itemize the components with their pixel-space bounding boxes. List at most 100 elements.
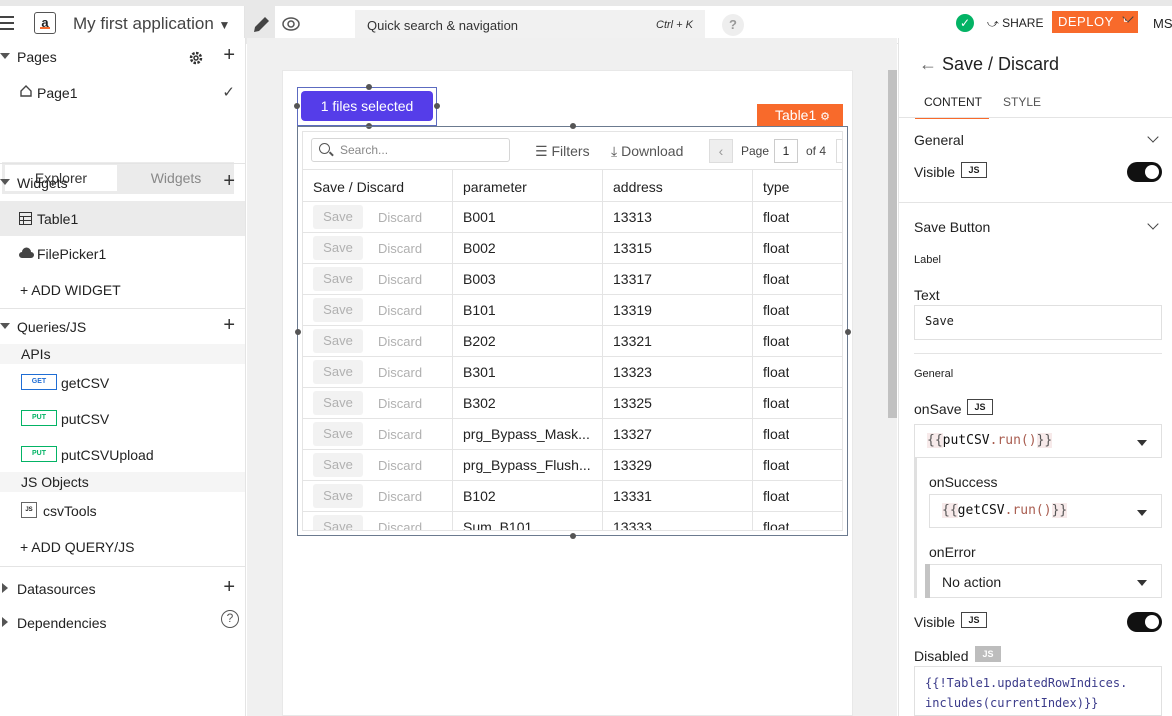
cell-type[interactable]: float (763, 519, 789, 530)
visible2-toggle[interactable] (1127, 612, 1162, 632)
cell-address[interactable]: 13313 (613, 209, 652, 225)
row-discard-button[interactable]: Discard (378, 210, 422, 225)
cell-parameter[interactable]: B302 (463, 395, 598, 411)
add-query-icon[interactable]: + (223, 314, 235, 337)
cell-type[interactable]: float (763, 395, 789, 411)
next-page-button[interactable] (836, 139, 842, 163)
help-icon[interactable]: ? (722, 14, 744, 36)
cell-address[interactable]: 13317 (613, 271, 652, 287)
row-discard-button[interactable]: Discard (378, 458, 422, 473)
resize-handle[interactable] (570, 123, 576, 129)
general-section-title[interactable]: General (914, 132, 964, 148)
row-save-button[interactable]: Save (313, 484, 363, 508)
onerror-action-dropdown[interactable]: No action (929, 564, 1162, 598)
table-row[interactable]: Save Discard prg_Bypass_Mask... 13327 float (303, 419, 842, 450)
cell-parameter[interactable]: B301 (463, 364, 598, 380)
cell-address[interactable]: 13329 (613, 457, 652, 473)
row-save-button[interactable]: Save (313, 422, 363, 446)
filepicker-button[interactable]: 1 files selected (301, 91, 433, 121)
add-widget-link[interactable]: + ADD WIDGET (0, 273, 245, 307)
add-query-link[interactable]: + ADD QUERY/JS (0, 530, 245, 564)
resize-handle[interactable] (845, 329, 851, 335)
column-header[interactable]: parameter (463, 179, 527, 195)
cell-type[interactable]: float (763, 488, 789, 504)
cell-address[interactable]: 13323 (613, 364, 652, 380)
row-discard-button[interactable]: Discard (378, 520, 422, 530)
row-save-button[interactable]: Save (313, 453, 363, 477)
widget-item-table1[interactable]: Table1 (0, 201, 245, 236)
add-datasource-icon[interactable]: + (223, 576, 235, 599)
resize-handle[interactable] (294, 103, 300, 109)
visible-toggle[interactable] (1127, 162, 1162, 182)
cell-address[interactable]: 13315 (613, 240, 652, 256)
js-toggle-button[interactable]: JS (975, 646, 1001, 662)
cell-parameter[interactable]: B102 (463, 488, 598, 504)
column-header[interactable]: Save / Discard (313, 179, 404, 195)
cell-address[interactable]: 13321 (613, 333, 652, 349)
row-discard-button[interactable]: Discard (378, 303, 422, 318)
cell-parameter[interactable]: prg_Bypass_Flush... (463, 457, 598, 473)
row-save-button[interactable]: Save (313, 360, 363, 384)
row-save-button[interactable]: Save (313, 298, 363, 322)
cell-parameter[interactable]: B001 (463, 209, 598, 225)
api-item-putcsvupload[interactable]: PUT putCSVUpload (0, 438, 245, 472)
row-discard-button[interactable]: Discard (378, 427, 422, 442)
filters-button[interactable]: ☰ Filters (535, 143, 590, 160)
chevron-down-icon[interactable] (1147, 131, 1159, 143)
row-save-button[interactable]: Save (313, 515, 363, 530)
cell-parameter[interactable]: B003 (463, 271, 598, 287)
api-item-getcsv[interactable]: GET getCSV (0, 366, 245, 400)
row-save-button[interactable]: Save (313, 329, 363, 353)
download-button[interactable]: ⤓ Download (611, 143, 683, 160)
widget-item-filepicker1[interactable]: FilePicker1 (0, 237, 245, 271)
row-save-button[interactable]: Save (313, 205, 363, 229)
table-row[interactable]: Save Discard B001 13313 float (303, 202, 842, 233)
dependencies-section-header[interactable]: Dependencies ? (0, 606, 245, 640)
text-input[interactable]: Save (914, 305, 1162, 340)
row-discard-button[interactable]: Discard (378, 396, 422, 411)
deploy-button[interactable]: DEPLOY ⌄ (1052, 11, 1138, 33)
appsmith-logo-icon[interactable]: a (34, 12, 56, 34)
js-item-csvtools[interactable]: JS csvTools (0, 494, 245, 528)
cell-parameter[interactable]: Sum_B101 (463, 519, 598, 530)
share-button[interactable]: ⤻ SHARE (987, 16, 1043, 31)
save-button-section-title[interactable]: Save Button (914, 219, 990, 235)
cell-type[interactable]: float (763, 333, 789, 349)
row-discard-button[interactable]: Discard (378, 365, 422, 380)
table-widget-tag[interactable]: Table1 ⚙ (757, 104, 843, 126)
page-item-page1[interactable]: Page1 ✓ (0, 76, 245, 110)
cell-type[interactable]: float (763, 457, 789, 473)
js-toggle-button[interactable]: JS (967, 399, 993, 415)
datasources-section-header[interactable]: Datasources + (0, 572, 245, 606)
app-name-dropdown[interactable]: My first application ▼ (73, 14, 230, 34)
row-discard-button[interactable]: Discard (378, 334, 422, 349)
table-row[interactable]: Save Discard B002 13315 float (303, 233, 842, 264)
cell-address[interactable]: 13327 (613, 426, 652, 442)
row-save-button[interactable]: Save (313, 391, 363, 415)
row-save-button[interactable]: Save (313, 236, 363, 260)
cell-parameter[interactable]: prg_Bypass_Mask... (463, 426, 598, 442)
cell-type[interactable]: float (763, 426, 789, 442)
gear-icon[interactable] (188, 50, 204, 66)
column-header[interactable]: address (613, 179, 663, 195)
cell-address[interactable]: 13319 (613, 302, 652, 318)
resize-handle[interactable] (366, 84, 372, 90)
table-row[interactable]: Save Discard Sum_B101 13333 float (303, 512, 842, 530)
row-save-button[interactable]: Save (313, 267, 363, 291)
cell-address[interactable]: 13325 (613, 395, 652, 411)
column-header[interactable]: type (763, 179, 789, 195)
cell-parameter[interactable]: B101 (463, 302, 598, 318)
quick-search-bar[interactable]: Quick search & navigation Ctrl + K (355, 10, 705, 40)
js-toggle-button[interactable]: JS (961, 612, 987, 628)
table-search-input[interactable]: Search... (311, 138, 510, 162)
back-arrow-icon[interactable]: ← (919, 54, 937, 75)
add-widget-icon[interactable]: + (223, 170, 235, 193)
pages-section-header[interactable]: Pages + (0, 40, 245, 74)
table-row[interactable]: Save Discard B202 13321 float (303, 326, 842, 357)
tab-content[interactable]: CONTENT (924, 95, 982, 109)
cell-type[interactable]: float (763, 240, 789, 256)
help-circle-icon[interactable]: ? (221, 610, 239, 628)
user-avatar[interactable]: MS (1153, 16, 1172, 31)
cell-address[interactable]: 13331 (613, 488, 652, 504)
table-row[interactable]: Save Discard prg_Bypass_Flush... 13329 float (303, 450, 842, 481)
